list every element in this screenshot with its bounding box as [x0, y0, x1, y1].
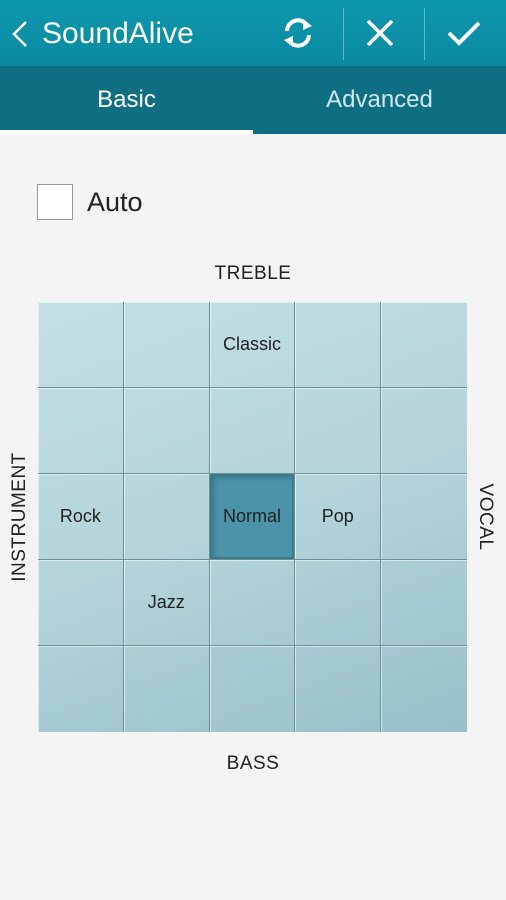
grid-cell[interactable] — [210, 646, 296, 732]
tab-bar: Basic Advanced — [0, 66, 506, 134]
grid-cell[interactable] — [124, 646, 210, 732]
grid-cell-jazz[interactable]: Jazz — [123, 560, 210, 646]
auto-label: Auto — [87, 186, 143, 217]
done-button[interactable] — [426, 0, 502, 66]
grid-cell[interactable] — [381, 646, 467, 732]
grid-cell[interactable] — [209, 560, 296, 646]
action-bar: SoundAlive — [0, 0, 506, 66]
tab-basic[interactable]: Basic — [0, 66, 253, 134]
grid-cell[interactable] — [295, 388, 382, 474]
grid-cell[interactable] — [38, 302, 124, 388]
grid-cell[interactable] — [38, 388, 124, 474]
grid-cell[interactable] — [381, 474, 467, 560]
grid-cell-classic[interactable]: Classic — [209, 302, 296, 388]
grid-cell[interactable] — [123, 388, 210, 474]
grid-cell[interactable] — [209, 388, 296, 474]
auto-checkbox[interactable] — [37, 184, 73, 220]
sound-effect-grid: Classic Rock Normal Pop Jazz — [38, 302, 467, 732]
grid-cell[interactable] — [123, 302, 210, 388]
divider — [424, 8, 425, 60]
auto-toggle[interactable]: Auto — [37, 183, 143, 221]
grid-cell[interactable] — [295, 646, 382, 732]
grid-cell[interactable] — [38, 646, 124, 732]
grid-cell-pop[interactable]: Pop — [295, 474, 382, 560]
grid-cell[interactable] — [123, 474, 210, 560]
check-icon — [447, 21, 481, 46]
refresh-icon — [284, 18, 312, 48]
axis-label-bass: BASS — [226, 753, 280, 774]
cancel-button[interactable] — [344, 0, 416, 66]
app-title: SoundAlive — [42, 17, 194, 50]
grid-cell[interactable] — [295, 302, 382, 388]
reset-button[interactable] — [262, 0, 334, 66]
grid-cell[interactable] — [38, 560, 124, 646]
back-button[interactable]: SoundAlive — [0, 0, 270, 66]
grid-cell-rock[interactable]: Rock — [38, 474, 124, 560]
chevron-left-icon — [12, 21, 27, 47]
grid-cell[interactable] — [381, 560, 467, 646]
close-icon — [366, 19, 394, 47]
tab-advanced[interactable]: Advanced — [253, 66, 506, 134]
grid-cell[interactable] — [381, 388, 467, 474]
axis-label-treble: TREBLE — [214, 263, 292, 284]
tab-indicator — [0, 130, 253, 134]
axis-label-instrument: INSTRUMENT — [9, 452, 30, 582]
grid-cell-normal[interactable]: Normal — [209, 474, 296, 560]
grid-cell[interactable] — [381, 302, 467, 388]
grid-cell[interactable] — [295, 560, 382, 646]
axis-label-vocal: VOCAL — [475, 483, 496, 551]
